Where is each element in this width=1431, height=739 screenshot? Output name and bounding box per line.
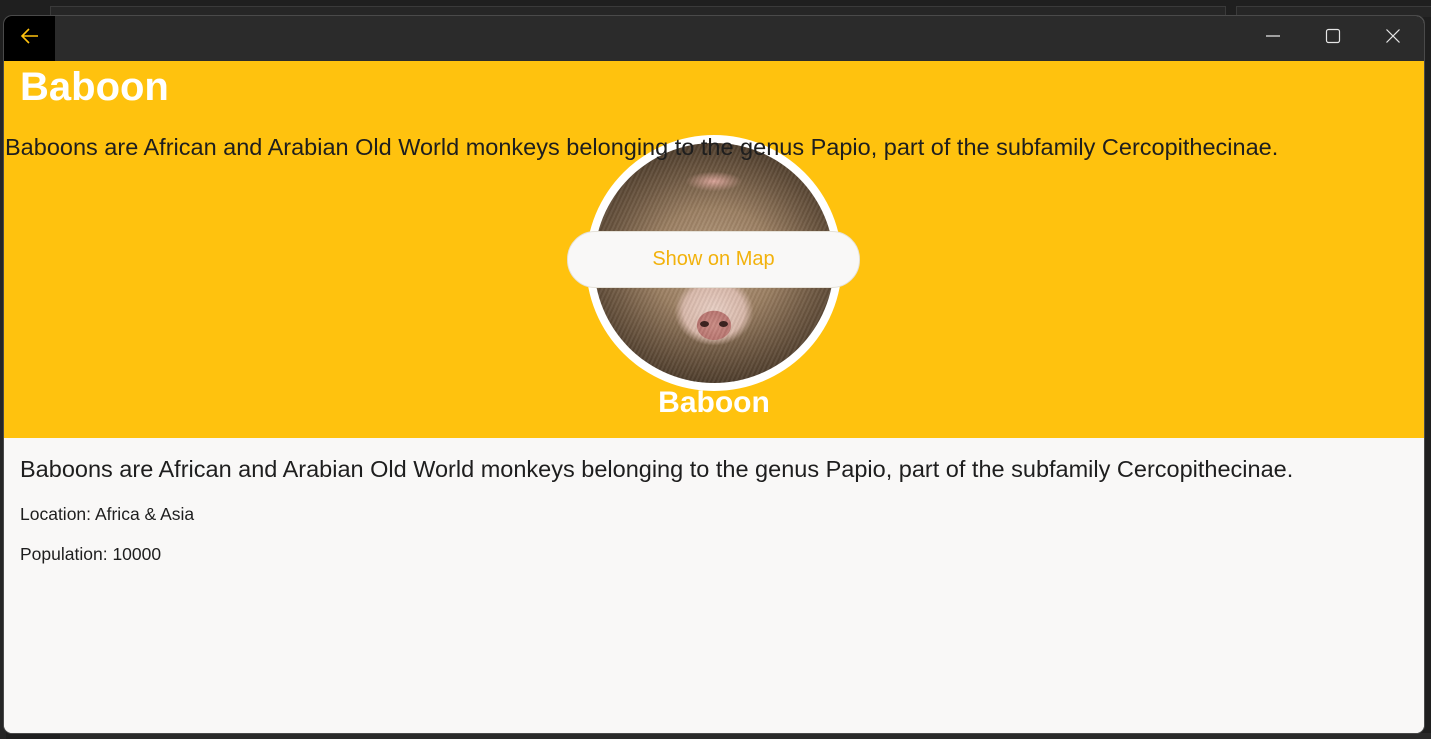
- back-button[interactable]: [4, 16, 55, 61]
- arrow-left-icon: [20, 27, 40, 50]
- population-row: Population: 10000: [20, 544, 161, 565]
- location-value: Africa & Asia: [94, 504, 195, 524]
- minimize-button[interactable]: [1243, 16, 1303, 61]
- minimize-icon: [1265, 28, 1281, 49]
- close-icon: [1385, 28, 1401, 49]
- photo-detail: [719, 321, 728, 327]
- animal-header: Baboon Baboons are African and Arabian O…: [4, 61, 1424, 438]
- show-on-map-button[interactable]: Show on Map: [567, 231, 860, 288]
- close-button[interactable]: [1363, 16, 1423, 61]
- app-window: Baboon Baboons are African and Arabian O…: [4, 16, 1424, 733]
- maximize-icon: [1325, 28, 1341, 49]
- header-description: Baboons are African and Arabian Old Worl…: [5, 134, 1279, 160]
- background-window-edge: [60, 733, 1431, 739]
- page-title: Baboon: [20, 65, 169, 109]
- population-label: Population:: [20, 544, 108, 564]
- photo-detail: [700, 321, 709, 327]
- location-row: Location: Africa & Asia: [20, 504, 194, 525]
- details-panel: Baboons are African and Arabian Old Worl…: [4, 438, 1424, 733]
- maximize-button[interactable]: [1303, 16, 1363, 61]
- population-value: 10000: [112, 544, 162, 564]
- details-description: Baboons are African and Arabian Old Worl…: [20, 456, 1294, 482]
- photo-caption: Baboon: [658, 386, 770, 419]
- title-bar: [4, 16, 1424, 61]
- location-label: Location:: [20, 504, 92, 524]
